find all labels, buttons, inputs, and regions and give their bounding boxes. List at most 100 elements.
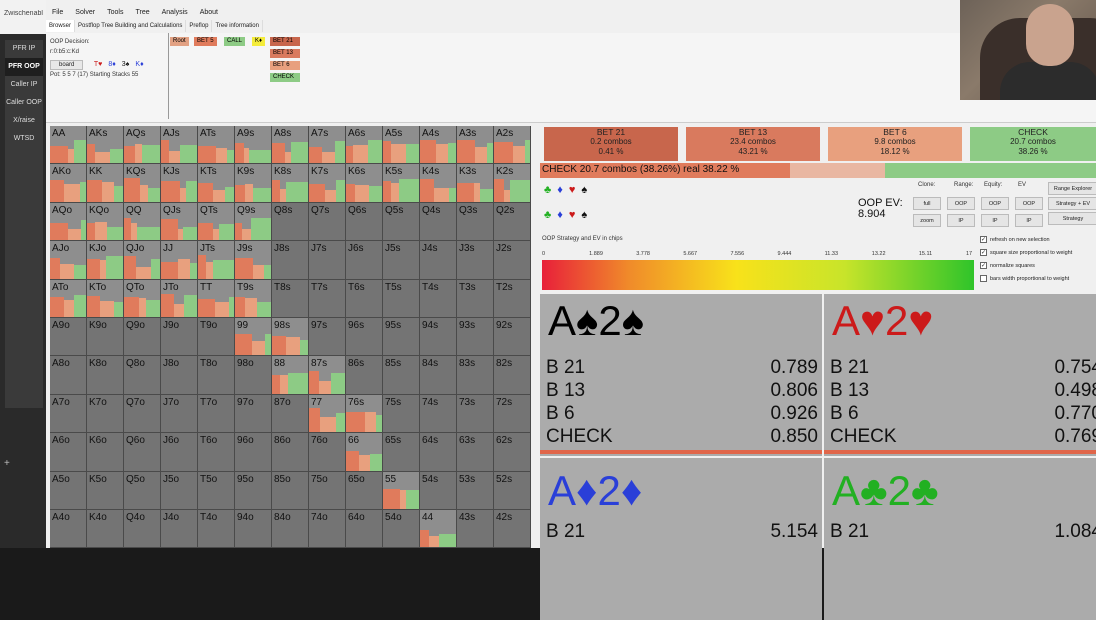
hand-cell[interactable]: KTs (198, 164, 235, 203)
hand-cell[interactable]: J4s (420, 241, 457, 280)
action-box-bet-6[interactable]: BET 6 9.8 combos 18.12 % (828, 127, 962, 161)
hand-cell[interactable]: A9o (50, 317, 87, 357)
hand-cell[interactable]: 62s (494, 433, 531, 472)
hand-cell[interactable]: A4s (420, 126, 457, 165)
tree-node-1[interactable]: BET 5 (194, 37, 217, 46)
hand-cell[interactable]: KJo (87, 241, 124, 280)
suit-filter-club-icon[interactable]: ♣ (544, 184, 551, 196)
hand-cell[interactable]: KJs (161, 164, 198, 203)
suit-filter-spade-icon[interactable]: ♠ (581, 209, 587, 221)
hand-cell[interactable]: JTs (198, 241, 235, 280)
hand-cell[interactable]: K6s (346, 164, 383, 203)
hand-cell[interactable]: 93s (457, 317, 494, 357)
tree-node-0[interactable]: Root (170, 37, 189, 46)
hand-cell[interactable]: T8o (198, 356, 235, 395)
hand-cell[interactable]: 75s (383, 394, 420, 434)
hand-cell[interactable]: 84o (272, 509, 309, 549)
hand-cell[interactable]: J6s (346, 241, 383, 280)
hand-cell[interactable]: Q8o (124, 356, 161, 395)
hand-cell[interactable]: KQo (87, 202, 124, 242)
hand-cell[interactable]: T8s (272, 279, 309, 318)
hand-cell[interactable]: A8s (272, 126, 309, 165)
hand-cell[interactable]: 88 (272, 356, 309, 395)
equity-ip-button[interactable]: IP (981, 214, 1009, 227)
hand-cell[interactable]: 74s (420, 394, 457, 434)
hand-cell[interactable]: A3s (457, 126, 494, 165)
sidebar-item-x-raise[interactable]: X/raise (5, 112, 43, 130)
hand-cell[interactable]: K4o (87, 509, 124, 549)
strategy-ev-button[interactable]: Strategy + EV (1048, 197, 1096, 210)
hand-cell[interactable]: J7s (309, 241, 346, 280)
hand-cell[interactable]: T9s (235, 279, 272, 318)
range-oop-button[interactable]: OOP (947, 197, 975, 210)
hand-cell[interactable]: 99 (235, 317, 272, 357)
action-box-bet-21[interactable]: BET 21 0.2 combos 0.41 % (544, 127, 678, 161)
sidebar-item-caller-oop[interactable]: Caller OOP (5, 94, 43, 112)
hand-cell[interactable]: J3s (457, 241, 494, 280)
hand-cell[interactable]: QTs (198, 202, 235, 242)
hand-cell[interactable]: 44 (420, 509, 457, 549)
hand-cell[interactable]: 92s (494, 317, 531, 357)
hand-cell[interactable]: K5s (383, 164, 420, 203)
hand-cell[interactable]: T5o (198, 471, 235, 510)
ev-ip-button[interactable]: IP (1015, 214, 1043, 227)
checkbox[interactable]: ✓ (980, 249, 987, 256)
hand-cell[interactable]: Q6s (346, 202, 383, 242)
hand-cell[interactable]: T7s (309, 279, 346, 318)
hand-cell[interactable]: KQs (124, 164, 161, 203)
suit-filter-diamond-icon[interactable]: ♦ (557, 184, 563, 196)
hand-cell[interactable]: A5s (383, 126, 420, 165)
hand-cell[interactable]: J6o (161, 433, 198, 472)
suit-filter-heart-icon[interactable]: ♥ (569, 184, 576, 196)
menu-solver[interactable]: Solver (69, 6, 101, 20)
tree-node-2[interactable]: CALL (224, 37, 246, 46)
hand-cell[interactable]: T2s (494, 279, 531, 318)
hand-cell[interactable]: T9o (198, 317, 235, 357)
range-explorer-button[interactable]: Range Explorer (1048, 182, 1096, 195)
hand-cell[interactable]: 96o (235, 433, 272, 472)
hand-cell[interactable]: 63s (457, 433, 494, 472)
board-button[interactable]: board (50, 60, 84, 70)
hand-cell[interactable]: 73s (457, 394, 494, 434)
hand-cell[interactable]: T4o (198, 509, 235, 549)
hand-cell[interactable]: TT (198, 279, 235, 318)
hand-cell[interactable]: Q4o (124, 509, 161, 549)
hand-cell[interactable]: A6s (346, 126, 383, 165)
hand-cell[interactable]: QTo (124, 279, 161, 318)
hand-cell[interactable]: 43s (457, 509, 494, 549)
hand-cell[interactable]: KK (87, 164, 124, 203)
hand-cell[interactable]: 86o (272, 433, 309, 472)
menu-tree[interactable]: Tree (129, 6, 155, 20)
sidebar-item-caller-ip[interactable]: Caller IP (5, 76, 43, 94)
hand-cell[interactable]: K9s (235, 164, 272, 203)
suit-filter-spade-icon[interactable]: ♠ (581, 184, 587, 196)
ev-oop-button[interactable]: OOP (1015, 197, 1043, 210)
hand-cell[interactable]: JJ (161, 241, 198, 280)
checkbox[interactable]: ✓ (980, 262, 987, 269)
hand-cell[interactable]: 86s (346, 356, 383, 395)
tree-node-5[interactable]: BET 13 (270, 49, 300, 58)
hand-cell[interactable]: 98s (272, 317, 309, 357)
hand-cell[interactable]: AQs (124, 126, 161, 165)
option-checkbox-row[interactable]: ✓ refresh on new selection (980, 236, 1050, 243)
hand-cell[interactable]: AQo (50, 202, 87, 242)
action-box-check[interactable]: CHECK 20.7 combos 38.26 % (970, 127, 1096, 161)
hand-cell[interactable]: K5o (87, 471, 124, 510)
hand-cell[interactable]: 85o (272, 471, 309, 510)
hand-cell[interactable]: 64o (346, 509, 383, 549)
hand-cell[interactable]: 53s (457, 471, 494, 510)
suit-filter-heart-icon[interactable]: ♥ (569, 209, 576, 221)
hand-cell[interactable]: 95o (235, 471, 272, 510)
menu-about[interactable]: About (194, 6, 224, 20)
hand-cell[interactable]: ATo (50, 279, 87, 318)
clone-full-button[interactable]: full (913, 197, 941, 210)
hand-cell[interactable]: 96s (346, 317, 383, 357)
hand-cell[interactable]: K8o (87, 356, 124, 395)
hand-cell[interactable]: A5o (50, 471, 87, 510)
hand-cell[interactable]: QJs (161, 202, 198, 242)
sidebar-item-pfr-ip[interactable]: PFR IP (5, 40, 43, 58)
hand-cell[interactable]: Q8s (272, 202, 309, 242)
hand-cell[interactable]: K7s (309, 164, 346, 203)
hand-cell[interactable]: 65o (346, 471, 383, 510)
hand-cell[interactable]: ATs (198, 126, 235, 165)
